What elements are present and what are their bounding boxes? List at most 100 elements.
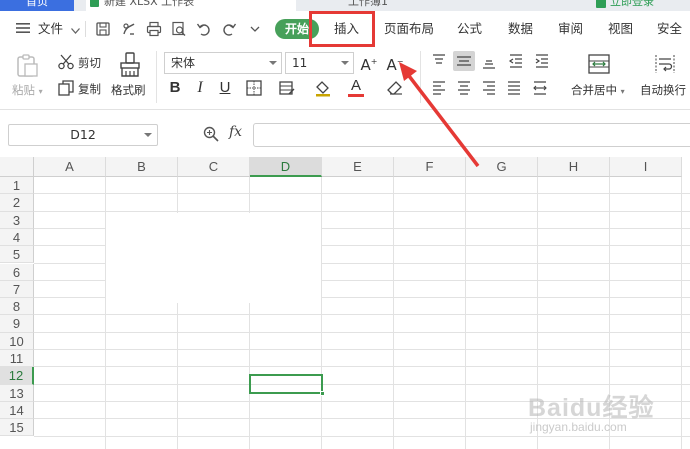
blank-overlay-region [106, 213, 321, 303]
align-right-icon[interactable] [480, 79, 498, 97]
cut-button[interactable]: 剪切 [78, 55, 101, 71]
increase-indent-icon[interactable] [533, 52, 551, 70]
undo-icon[interactable] [196, 21, 212, 37]
tab-home-start[interactable]: 开始 [275, 19, 319, 39]
merge-center-button[interactable]: 合并居中 ▾ [571, 82, 625, 98]
italic-icon[interactable]: I [191, 79, 209, 97]
underline-icon[interactable]: U [216, 79, 234, 97]
align-bottom-icon[interactable] [480, 52, 498, 70]
font-name-select[interactable]: 宋体 [164, 52, 282, 74]
copy-button[interactable]: 复制 [78, 81, 101, 97]
paste-icon[interactable] [14, 53, 40, 79]
document-tab-2[interactable]: 工作簿1 [340, 0, 560, 11]
column-header-a[interactable]: A [34, 157, 106, 177]
clear-format-icon[interactable] [386, 79, 404, 97]
user-icon [596, 0, 606, 8]
row-header-12[interactable]: 12 [0, 367, 34, 385]
tab-review[interactable]: 审阅 [558, 19, 583, 39]
document-tab-1[interactable]: 新建 XLSX 工作表 [86, 0, 296, 11]
row-header-13[interactable]: 13 [0, 384, 34, 402]
chevron-down-icon [269, 61, 277, 65]
file-menu-button[interactable]: 文件 [16, 19, 80, 39]
login-button[interactable]: 立即登录 [596, 0, 690, 11]
insert-function-button[interactable]: fx [229, 124, 242, 140]
column-gridline [321, 177, 322, 449]
align-top-icon[interactable] [430, 52, 448, 70]
column-header-i[interactable]: I [610, 157, 682, 177]
fill-color-icon[interactable] [314, 79, 332, 97]
menu-divider [85, 21, 86, 37]
tab-view[interactable]: 视图 [608, 19, 633, 39]
decrease-font-size-icon[interactable]: A− [386, 53, 404, 74]
save-icon[interactable] [95, 21, 111, 37]
decrease-indent-icon[interactable] [507, 52, 525, 70]
paste-label: 粘贴 [12, 83, 35, 97]
row-header-1[interactable]: 1 [0, 177, 34, 195]
tab-formulas[interactable]: 公式 [457, 19, 482, 39]
distributed-align-icon[interactable] [531, 79, 549, 97]
spreadsheet-grid[interactable]: ABCDEFGHI 1 2 3 4 5 6 7 8 9 10 11 12 13 14 15 [0, 157, 690, 449]
tab-data[interactable]: 数据 [508, 19, 533, 39]
column-header-e[interactable]: E [322, 157, 394, 177]
column-gridline [681, 177, 682, 449]
align-middle-icon[interactable] [453, 51, 475, 71]
row-header-15[interactable]: 15 [0, 419, 34, 437]
align-left-icon[interactable] [430, 79, 448, 97]
tab-security-label: 安全 [657, 21, 683, 36]
tab-page-layout[interactable]: 页面布局 [384, 19, 434, 39]
borders-icon[interactable] [245, 79, 263, 97]
home-tab[interactable]: 首页 [0, 0, 74, 11]
justify-icon[interactable] [505, 79, 523, 97]
redo-icon[interactable] [221, 21, 237, 37]
selected-cell[interactable] [249, 374, 325, 396]
formula-input[interactable] [253, 123, 690, 147]
row-header-8[interactable]: 8 [0, 298, 34, 316]
column-header-f[interactable]: F [394, 157, 466, 177]
tab-view-label: 视图 [608, 21, 634, 36]
export-pdf-icon[interactable] [121, 21, 137, 37]
merge-center-icon [587, 52, 611, 76]
format-painter-icon [118, 52, 142, 78]
ribbon-menu-bar: 文件 开始 插入 页面布局 公式 数据 审阅 视图 安全 [0, 11, 690, 47]
tab-security[interactable]: 安全 [657, 19, 682, 39]
column-header-b[interactable]: B [106, 157, 178, 177]
row-header-14[interactable]: 14 [0, 401, 34, 420]
column-header-h[interactable]: H [538, 157, 610, 177]
font-size-select[interactable]: 11 [285, 52, 354, 74]
cell-style-icon[interactable] [278, 79, 296, 97]
row-gridline [34, 349, 690, 350]
paste-button[interactable]: 粘贴 ▾ [12, 82, 43, 98]
row-gridline [34, 435, 690, 437]
format-painter-button[interactable]: 格式刷 [111, 82, 146, 98]
row-header-4[interactable]: 4 [0, 228, 34, 247]
row-header-2[interactable]: 2 [0, 194, 34, 212]
bold-icon[interactable]: B [166, 79, 184, 97]
tab-review-label: 审阅 [558, 21, 584, 36]
row-header-7[interactable]: 7 [0, 280, 34, 299]
row-header-3[interactable]: 3 [0, 211, 34, 229]
column-header-g[interactable]: G [466, 157, 538, 177]
increase-font-size-icon[interactable]: A+ [360, 53, 378, 74]
select-all-corner[interactable] [0, 157, 34, 177]
font-color-icon[interactable]: A [348, 78, 364, 97]
fx-label: fx [229, 124, 243, 140]
name-box[interactable]: D12 [8, 124, 158, 146]
column-header-c[interactable]: C [178, 157, 250, 177]
row-header-9[interactable]: 9 [0, 315, 34, 333]
row-gridline [34, 400, 690, 402]
row-gridline [34, 383, 690, 385]
chevron-down-icon [144, 133, 152, 137]
align-center-icon[interactable] [455, 79, 473, 97]
auto-wrap-button[interactable]: 自动换行 [640, 82, 686, 98]
fill-handle[interactable] [320, 391, 325, 396]
column-header-d[interactable]: D [250, 157, 322, 177]
row-header-10[interactable]: 10 [0, 332, 34, 350]
tab-insert[interactable]: 插入 [334, 19, 359, 39]
row-header-11[interactable]: 11 [0, 350, 34, 368]
row-header-6[interactable]: 6 [0, 263, 34, 281]
zoom-lookup-icon[interactable] [202, 125, 220, 143]
row-header-5[interactable]: 5 [0, 246, 34, 264]
customize-quick-access-icon[interactable] [247, 21, 263, 37]
print-icon[interactable] [146, 21, 162, 37]
print-preview-icon[interactable] [171, 21, 187, 37]
